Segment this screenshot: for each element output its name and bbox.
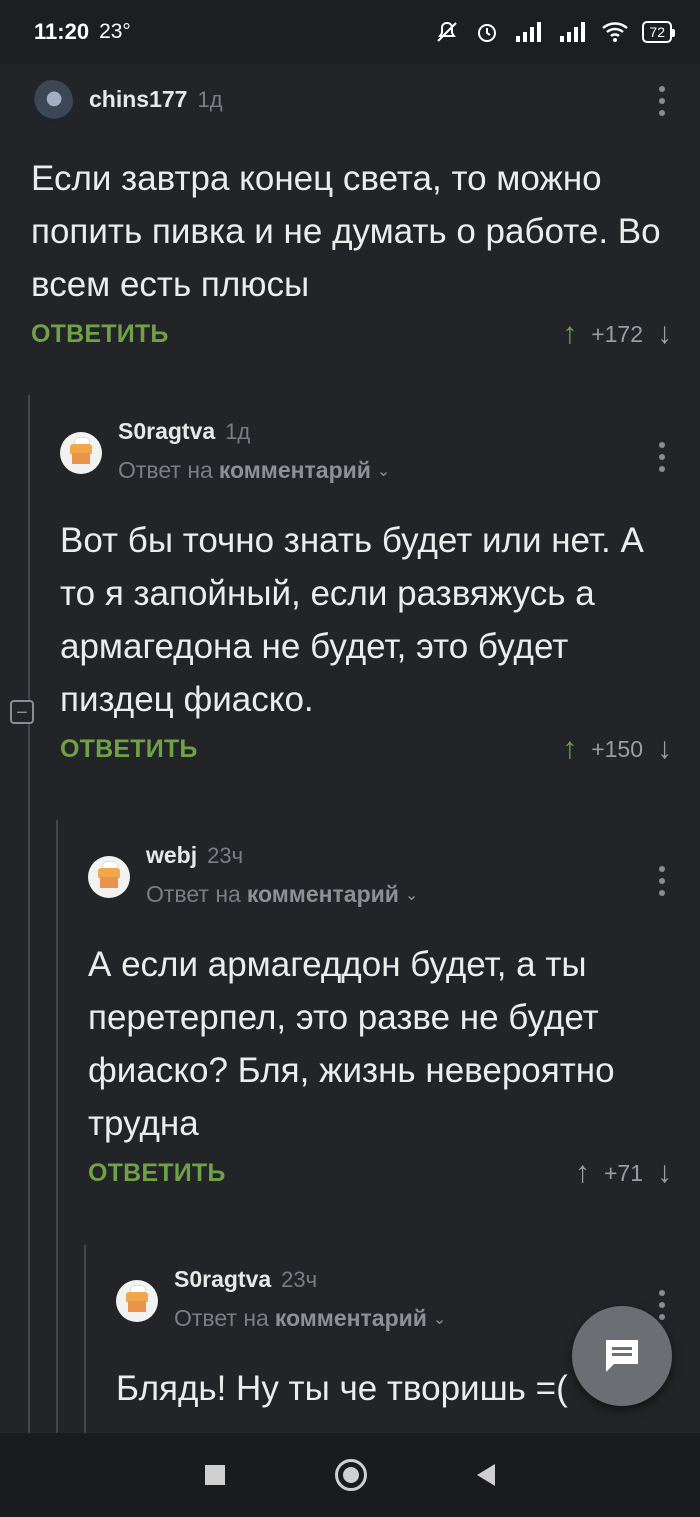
reply-target: комментарий <box>218 457 371 483</box>
thread-line <box>28 395 30 1433</box>
battery-icon: 72 <box>642 21 675 43</box>
arrow-down-icon[interactable]: ↓ <box>657 734 672 764</box>
arrow-up-icon[interactable]: ↑ <box>575 1158 590 1188</box>
comment-rating: +150 <box>591 735 643 762</box>
reply-to-link[interactable]: Ответ на комментарий ⌄ <box>118 457 390 484</box>
comment-icon <box>606 1340 638 1372</box>
more-options-icon[interactable] <box>652 1290 672 1320</box>
user-avatar[interactable] <box>116 1280 158 1322</box>
status-temperature: 23° <box>99 20 131 43</box>
more-options-icon[interactable] <box>652 442 672 472</box>
arrow-down-icon[interactable]: ↓ <box>657 319 672 349</box>
comment-username[interactable]: S0ragtva <box>118 418 215 445</box>
comment-text: Если завтра конец света, то можно попить… <box>31 159 661 304</box>
thread-line <box>56 820 58 1433</box>
reply-prefix: Ответ на <box>118 457 213 483</box>
comment-time: 1д <box>225 419 251 444</box>
recents-button[interactable] <box>205 1465 225 1485</box>
comment: S0ragtva 1д Ответ на комментарий ⌄ Вот б… <box>60 418 672 764</box>
comment-rating: +172 <box>591 320 643 347</box>
mute-icon <box>437 21 458 42</box>
comment-time: 23ч <box>281 1267 318 1292</box>
back-button[interactable] <box>477 1464 495 1486</box>
chevron-down-icon: ⌄ <box>404 886 419 904</box>
comment-username[interactable]: S0ragtva <box>174 1266 271 1293</box>
comment: chins177 1д Если завтра конец света, то … <box>31 80 672 349</box>
signal-icon <box>516 22 542 42</box>
reply-button[interactable]: ОТВЕТИТЬ <box>60 735 198 764</box>
comment-username[interactable]: chins177 <box>89 86 187 113</box>
comment-time: 1д <box>197 87 223 112</box>
comment-fab-button[interactable] <box>572 1306 672 1406</box>
arrow-up-icon[interactable]: ↑ <box>562 734 577 764</box>
reply-prefix: Ответ на <box>174 1305 269 1331</box>
signal-icon <box>560 22 586 42</box>
reply-target: комментарий <box>246 881 399 907</box>
reply-button[interactable]: ОТВЕТИТЬ <box>31 320 169 349</box>
home-button[interactable] <box>335 1459 367 1491</box>
comment-text: А если армагеддон будет, а ты перетерпел… <box>88 945 615 1143</box>
comment: webj 23ч Ответ на комментарий ⌄ А если а… <box>88 842 672 1188</box>
chevron-down-icon: ⌄ <box>432 1310 447 1328</box>
chevron-down-icon: ⌄ <box>376 462 391 480</box>
collapse-thread-button[interactable]: − <box>10 700 34 724</box>
comment-time: 23ч <box>207 843 244 868</box>
user-avatar[interactable] <box>31 80 73 122</box>
system-nav-bar <box>0 1433 700 1517</box>
reply-target: комментарий <box>274 1305 427 1331</box>
comment-text: Вот бы точно знать будет или нет. А то я… <box>60 521 644 719</box>
more-options-icon[interactable] <box>652 86 672 116</box>
arrow-down-icon[interactable]: ↓ <box>657 1158 672 1188</box>
wifi-icon <box>602 22 629 42</box>
reply-button[interactable]: ОТВЕТИТЬ <box>88 1159 226 1188</box>
reply-prefix: Ответ на <box>146 881 241 907</box>
reply-to-link[interactable]: Ответ на комментарий ⌄ <box>146 881 418 908</box>
user-avatar[interactable] <box>88 856 130 898</box>
arrow-up-icon[interactable]: ↑ <box>562 319 577 349</box>
thread-line <box>84 1245 86 1433</box>
alarm-icon <box>478 24 497 42</box>
comment-username[interactable]: webj <box>146 842 197 869</box>
comment-rating: +71 <box>603 1159 643 1186</box>
status-bar: 11:20 23° 72 <box>0 0 700 64</box>
more-options-icon[interactable] <box>652 866 672 896</box>
status-time: 11:20 <box>34 19 90 44</box>
reply-to-link[interactable]: Ответ на комментарий ⌄ <box>174 1305 446 1332</box>
user-avatar[interactable] <box>60 432 102 474</box>
